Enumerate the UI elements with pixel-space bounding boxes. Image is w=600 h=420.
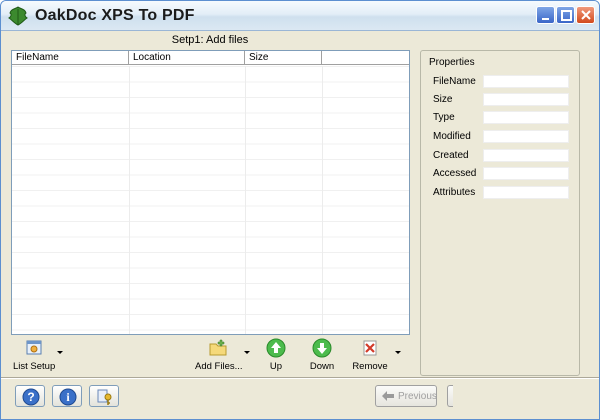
remove-icon <box>363 340 377 356</box>
maximize-icon <box>561 10 572 21</box>
column-header-location[interactable]: Location <box>129 51 245 65</box>
up-label: Up <box>269 361 283 372</box>
file-list-body[interactable] <box>12 66 409 334</box>
properties-title: Properties <box>427 57 477 68</box>
property-value <box>483 149 569 162</box>
down-label: Down <box>309 361 335 372</box>
property-value <box>483 111 569 124</box>
property-label: Modified <box>433 131 471 142</box>
move-down-button[interactable]: Down <box>308 336 336 372</box>
file-list[interactable]: FileName Location Size <box>11 50 410 335</box>
previous-button[interactable]: Previous <box>375 385 437 407</box>
arrow-left-icon <box>382 391 394 401</box>
list-toolbar: List Setup Add Files... Up Down Remove <box>11 336 410 372</box>
remove-label: Remove <box>352 361 388 372</box>
close-icon <box>581 10 591 20</box>
remove-button[interactable]: Remove <box>351 336 389 372</box>
property-label: FileName <box>433 76 476 87</box>
close-button[interactable] <box>576 6 595 24</box>
register-button[interactable] <box>89 385 119 407</box>
move-up-button[interactable]: Up <box>263 336 289 372</box>
title-bar[interactable]: OakDoc XPS To PDF <box>1 1 599 31</box>
column-divider <box>322 66 323 334</box>
oak-leaf-icon <box>8 6 28 26</box>
previous-label: Previous <box>398 391 437 402</box>
arrow-down-icon <box>312 338 332 358</box>
column-header-size[interactable]: Size <box>245 51 322 65</box>
add-files-dropdown-icon[interactable] <box>244 351 250 354</box>
file-list-header: FileName Location Size <box>12 51 409 65</box>
property-label: Accessed <box>433 168 477 179</box>
column-header-filename[interactable]: FileName <box>12 51 129 65</box>
key-icon <box>97 389 112 405</box>
remove-dropdown-icon[interactable] <box>395 351 401 354</box>
maximize-button[interactable] <box>556 6 575 24</box>
add-files-button[interactable]: Add Files... <box>195 336 243 372</box>
list-setup-dropdown-icon[interactable] <box>57 351 63 354</box>
arrow-up-icon <box>266 338 286 358</box>
property-value <box>483 93 569 106</box>
add-folder-icon <box>209 339 227 356</box>
next-button[interactable] <box>447 385 453 407</box>
help-icon: ? <box>22 388 40 406</box>
property-value <box>483 130 569 143</box>
svg-text:?: ? <box>27 390 34 404</box>
list-setup-icon <box>26 340 42 355</box>
help-button[interactable]: ? <box>15 385 45 407</box>
list-setup-label: List Setup <box>13 361 56 372</box>
property-value <box>483 167 569 180</box>
step-title: Setp1: Add files <box>171 34 249 46</box>
info-button[interactable]: i <box>52 385 82 407</box>
info-icon: i <box>59 388 77 406</box>
app-window: OakDoc XPS To PDF Setp1: Add files FileN… <box>0 0 600 420</box>
list-setup-button[interactable]: List Setup <box>13 336 55 372</box>
property-label: Type <box>433 112 455 123</box>
property-label: Created <box>433 150 469 161</box>
footer-separator <box>1 377 599 379</box>
window-title: OakDoc XPS To PDF <box>35 7 195 24</box>
property-label: Attributes <box>433 187 476 198</box>
property-label: Size <box>433 94 453 105</box>
minimize-icon <box>542 18 549 20</box>
column-divider <box>129 66 130 334</box>
property-value <box>483 186 569 199</box>
minimize-button[interactable] <box>536 6 555 24</box>
column-divider <box>245 66 246 334</box>
property-value <box>483 75 569 88</box>
add-files-label: Add Files... <box>195 361 243 372</box>
